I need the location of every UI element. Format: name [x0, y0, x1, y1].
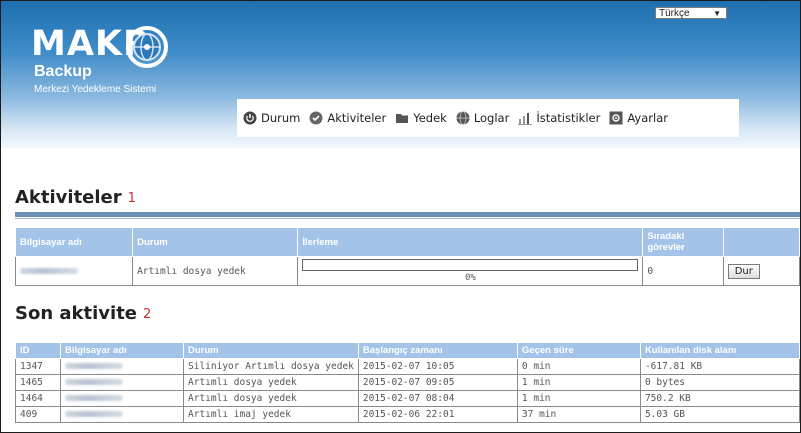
tagline: Merkezi Yedekleme Sistemi [34, 84, 157, 95]
table-row: 1347 Siliniyor Artımlı dosya yedek 2015-… [15, 358, 800, 375]
folder-icon [396, 114, 409, 123]
status-cell: Artımlı dosya yedek [183, 390, 359, 407]
computer-name-cell [14, 256, 134, 286]
nav-yedek[interactable]: Yedek [395, 111, 447, 125]
col-header: ID [15, 342, 61, 359]
col-header: Durum [132, 227, 299, 257]
stop-button[interactable]: Dur [727, 263, 760, 279]
elapsed-cell: 1 min [516, 374, 641, 391]
id-cell: 1464 [15, 390, 61, 407]
table-row: 409 Artımlı imaj yedek 2015-02-06 22:01 … [15, 406, 800, 423]
table-row: 1465 Artımlı dosya yedek 2015-02-07 09:0… [15, 374, 800, 391]
table-header-row: ID Bilgisayar adı Durum Başlangıç zamanı… [15, 342, 800, 359]
queued-cell: 0 [642, 256, 724, 286]
check-circle-icon [309, 111, 323, 125]
activities-title: Aktiviteler [15, 187, 122, 208]
disk-cell: -617.81 KB [639, 358, 800, 375]
nav-istatistikler[interactable]: İstatistikler [518, 111, 600, 125]
redacted-name [20, 267, 78, 274]
nav-label: Durum [261, 111, 301, 125]
section-divider-line [15, 218, 800, 219]
nav-label: İstatistikler [536, 111, 601, 125]
nav-label: Ayarlar [627, 111, 668, 125]
table-row: 1464 Artımlı dosya yedek 2015-02-07 08:0… [15, 390, 800, 407]
computer-name-cell [59, 374, 185, 391]
redacted-name [65, 411, 123, 417]
col-header: Bilgisayar adı [59, 342, 185, 359]
header: MAKR Backup Merkezi Yedekleme Sistemi Tü… [1, 1, 800, 148]
col-header: Sıradaki görevler [642, 227, 724, 257]
nav-aktiviteler[interactable]: Aktiviteler [309, 111, 386, 125]
recent-number: 2 [143, 306, 152, 322]
computer-name-cell [59, 406, 185, 423]
nav-ayarlar[interactable]: Ayarlar [609, 111, 668, 125]
id-cell: 1347 [15, 358, 61, 375]
start-cell: 2015-02-07 09:05 [357, 374, 518, 391]
app-window: MAKR Backup Merkezi Yedekleme Sistemi Tü… [0, 0, 801, 433]
product-name: Backup [34, 63, 92, 80]
activities-number: 1 [127, 190, 136, 206]
elapsed-cell: 1 min [516, 390, 641, 407]
status-cell: Artımlı imaj yedek [183, 406, 359, 423]
dropdown-arrow-icon: ▼ [713, 9, 721, 18]
nav-label: Aktiviteler [327, 111, 387, 125]
table-row: Artımlı dosya yedek 0% 0 Dur [14, 256, 800, 286]
status-cell: Artımlı dosya yedek [183, 374, 359, 391]
language-select[interactable]: Türkçe ▼ [655, 7, 727, 19]
status-cell: Artımlı dosya yedek [132, 256, 299, 286]
id-cell: 409 [15, 406, 61, 423]
recent-heading: Son aktivite 2 [15, 303, 151, 324]
elapsed-cell: 0 min [516, 358, 641, 375]
language-value: Türkçe [659, 8, 690, 19]
nav-label: Loglar [473, 111, 510, 125]
logo-globe-icon [126, 26, 168, 68]
bar-chart-icon [518, 113, 533, 125]
recent-title: Son aktivite [15, 303, 138, 324]
main-nav: Durum Aktiviteler Yedek Loglar İstatisti… [237, 99, 739, 137]
start-cell: 2015-02-07 10:05 [357, 358, 518, 375]
col-header [722, 227, 800, 257]
disk-cell: 5.03 GB [639, 406, 800, 423]
table-header-row: Bilgisayar adı Durum İlerleme Sıradaki g… [14, 227, 800, 257]
disk-cell: 750.2 KB [639, 390, 800, 407]
col-header: İlerleme [297, 227, 644, 257]
col-header: Bilgisayar adı [14, 227, 134, 257]
col-header: Geçen süre [516, 342, 641, 359]
start-cell: 2015-02-07 08:04 [357, 390, 518, 407]
start-cell: 2015-02-06 22:01 [357, 406, 518, 423]
power-icon [243, 111, 257, 125]
progress-bar [302, 259, 639, 271]
nav-durum[interactable]: Durum [243, 111, 300, 125]
id-cell: 1465 [15, 374, 61, 391]
action-cell: Dur [722, 256, 800, 286]
elapsed-cell: 37 min [516, 406, 641, 423]
progress-text: 0% [464, 273, 476, 283]
redacted-name [65, 395, 123, 401]
disk-cell: 0 bytes [639, 374, 800, 391]
computer-name-cell [59, 358, 185, 375]
status-cell: Siliniyor Artımlı dosya yedek [183, 358, 359, 375]
activities-heading: Aktiviteler 1 [15, 187, 136, 208]
nav-label: Yedek [413, 111, 447, 125]
recent-table: ID Bilgisayar adı Durum Başlangıç zamanı… [15, 342, 800, 423]
globe-icon [456, 111, 470, 125]
settings-box-icon [609, 111, 623, 125]
activities-table: Bilgisayar adı Durum İlerleme Sıradaki g… [14, 227, 800, 286]
computer-name-cell [59, 390, 185, 407]
col-header: Kullanılan disk alanı [639, 342, 800, 359]
nav-loglar[interactable]: Loglar [456, 111, 510, 125]
section-divider [15, 212, 800, 217]
redacted-name [65, 363, 123, 369]
col-header: Durum [183, 342, 359, 359]
col-header: Başlangıç zamanı [357, 342, 518, 359]
progress-cell: 0% [297, 256, 644, 286]
redacted-name [65, 379, 123, 385]
